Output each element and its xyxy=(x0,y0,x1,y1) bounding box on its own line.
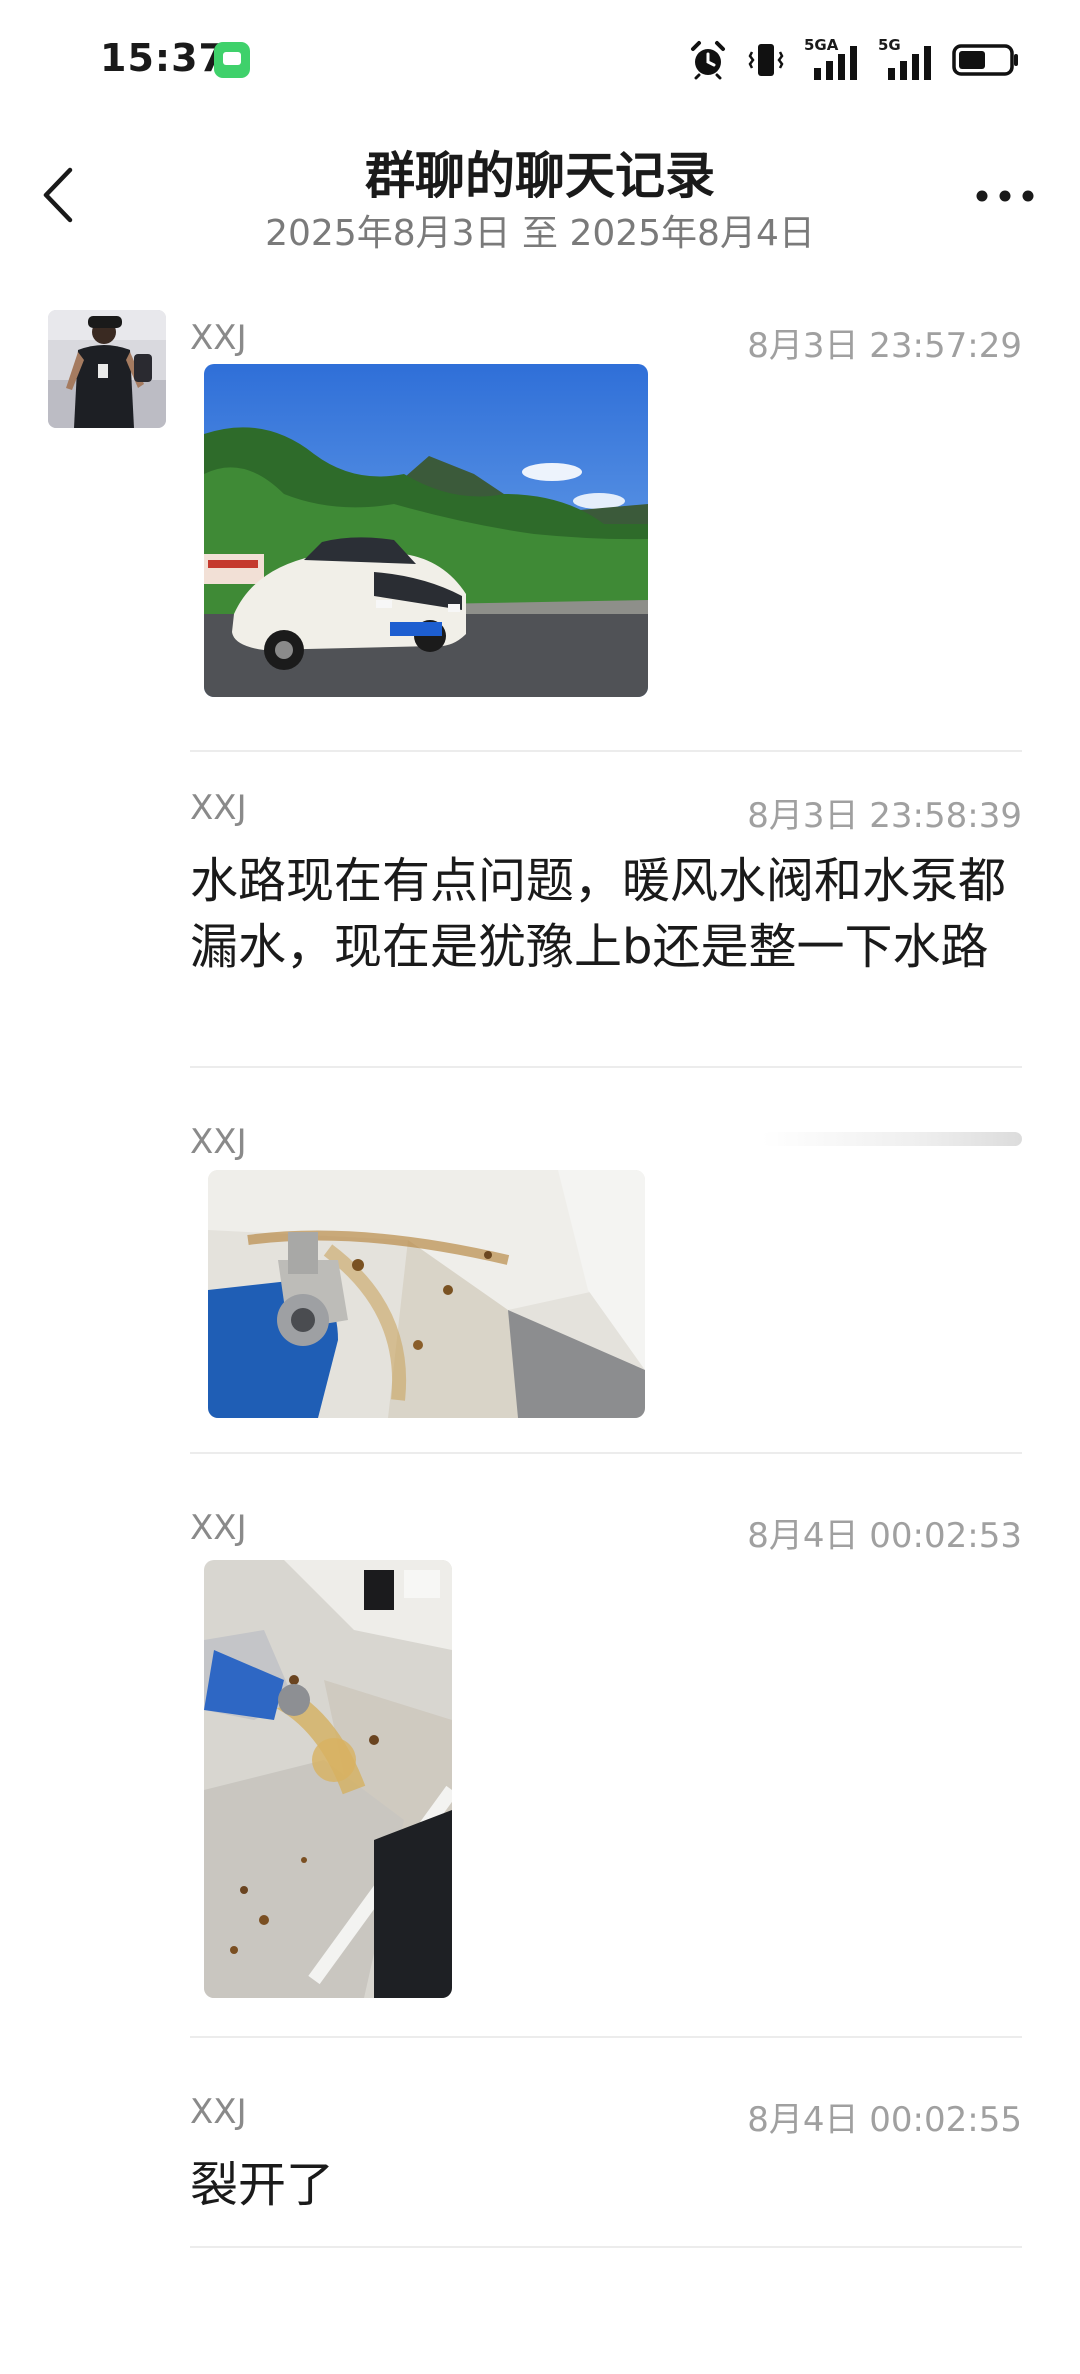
status-time: 15:37 xyxy=(100,36,226,80)
sender-name: XXJ xyxy=(190,1508,247,1548)
vibrate-icon xyxy=(748,44,784,76)
avatar[interactable] xyxy=(48,310,166,428)
white-sedan-by-mountain-photo[interactable] xyxy=(204,364,648,697)
divider xyxy=(190,2246,1022,2248)
divider xyxy=(190,2036,1022,2038)
status-icons: 5GA 5G xyxy=(688,36,1020,84)
battery-icon xyxy=(952,44,1018,76)
message-text: 裂开了 xyxy=(190,2157,335,2213)
page-title: 群聊的聊天记录 xyxy=(365,147,715,205)
message-item: XXJ 8月3日 23:58:39 水路现在有点问题，暖风水阀和水泵都漏水，现在… xyxy=(190,788,1022,1068)
status-bar: 15:37 5GA 5G xyxy=(0,0,1080,120)
divider xyxy=(190,750,1022,752)
message-time: 8月3日 23:57:29 xyxy=(747,326,1022,366)
message-time: 8月4日 00:02:53 xyxy=(747,1516,1022,1556)
date-range: 2025年8月3日 至 2025年8月4日 xyxy=(265,213,815,254)
signal-icon xyxy=(888,46,931,80)
message-time: 8月3日 23:58:39 xyxy=(747,796,1022,836)
engine-bay-leak-photo[interactable] xyxy=(208,1170,645,1418)
message-time: 8月4日 00:02:55 xyxy=(747,2100,1022,2140)
sender-name: XXJ xyxy=(190,2092,247,2132)
signal-5g: 5G xyxy=(878,36,934,80)
messages-app-icon xyxy=(214,42,250,78)
nav-header: 群聊的聊天记录 2025年8月3日 至 2025年8月4日 xyxy=(0,120,1080,260)
divider xyxy=(190,1066,1022,1068)
more-options-button[interactable] xyxy=(970,176,1040,216)
sender-name: XXJ xyxy=(190,788,247,828)
divider xyxy=(190,1452,1022,1454)
message-item: XXJ 8月4日 00:02:53 xyxy=(190,1508,1022,2038)
signal-5ga: 5GA xyxy=(804,36,860,80)
strut-tower-rust-photo[interactable] xyxy=(204,1560,452,1998)
message-time xyxy=(762,1132,1022,1146)
message-item: XXJ 8月4日 00:02:55 裂开了 xyxy=(190,2092,1022,2248)
sender-name: XXJ xyxy=(190,318,247,358)
message-item: XXJ xyxy=(190,1122,1022,1454)
message-text: 水路现在有点问题，暖风水阀和水泵都漏水，现在是犹豫上b还是整一下水路 xyxy=(190,853,1007,975)
signal-icon xyxy=(814,46,857,80)
sender-name: XXJ xyxy=(190,1122,247,1162)
message-item: XXJ 8月3日 23:57:29 xyxy=(190,318,1022,752)
alarm-icon xyxy=(691,41,725,80)
